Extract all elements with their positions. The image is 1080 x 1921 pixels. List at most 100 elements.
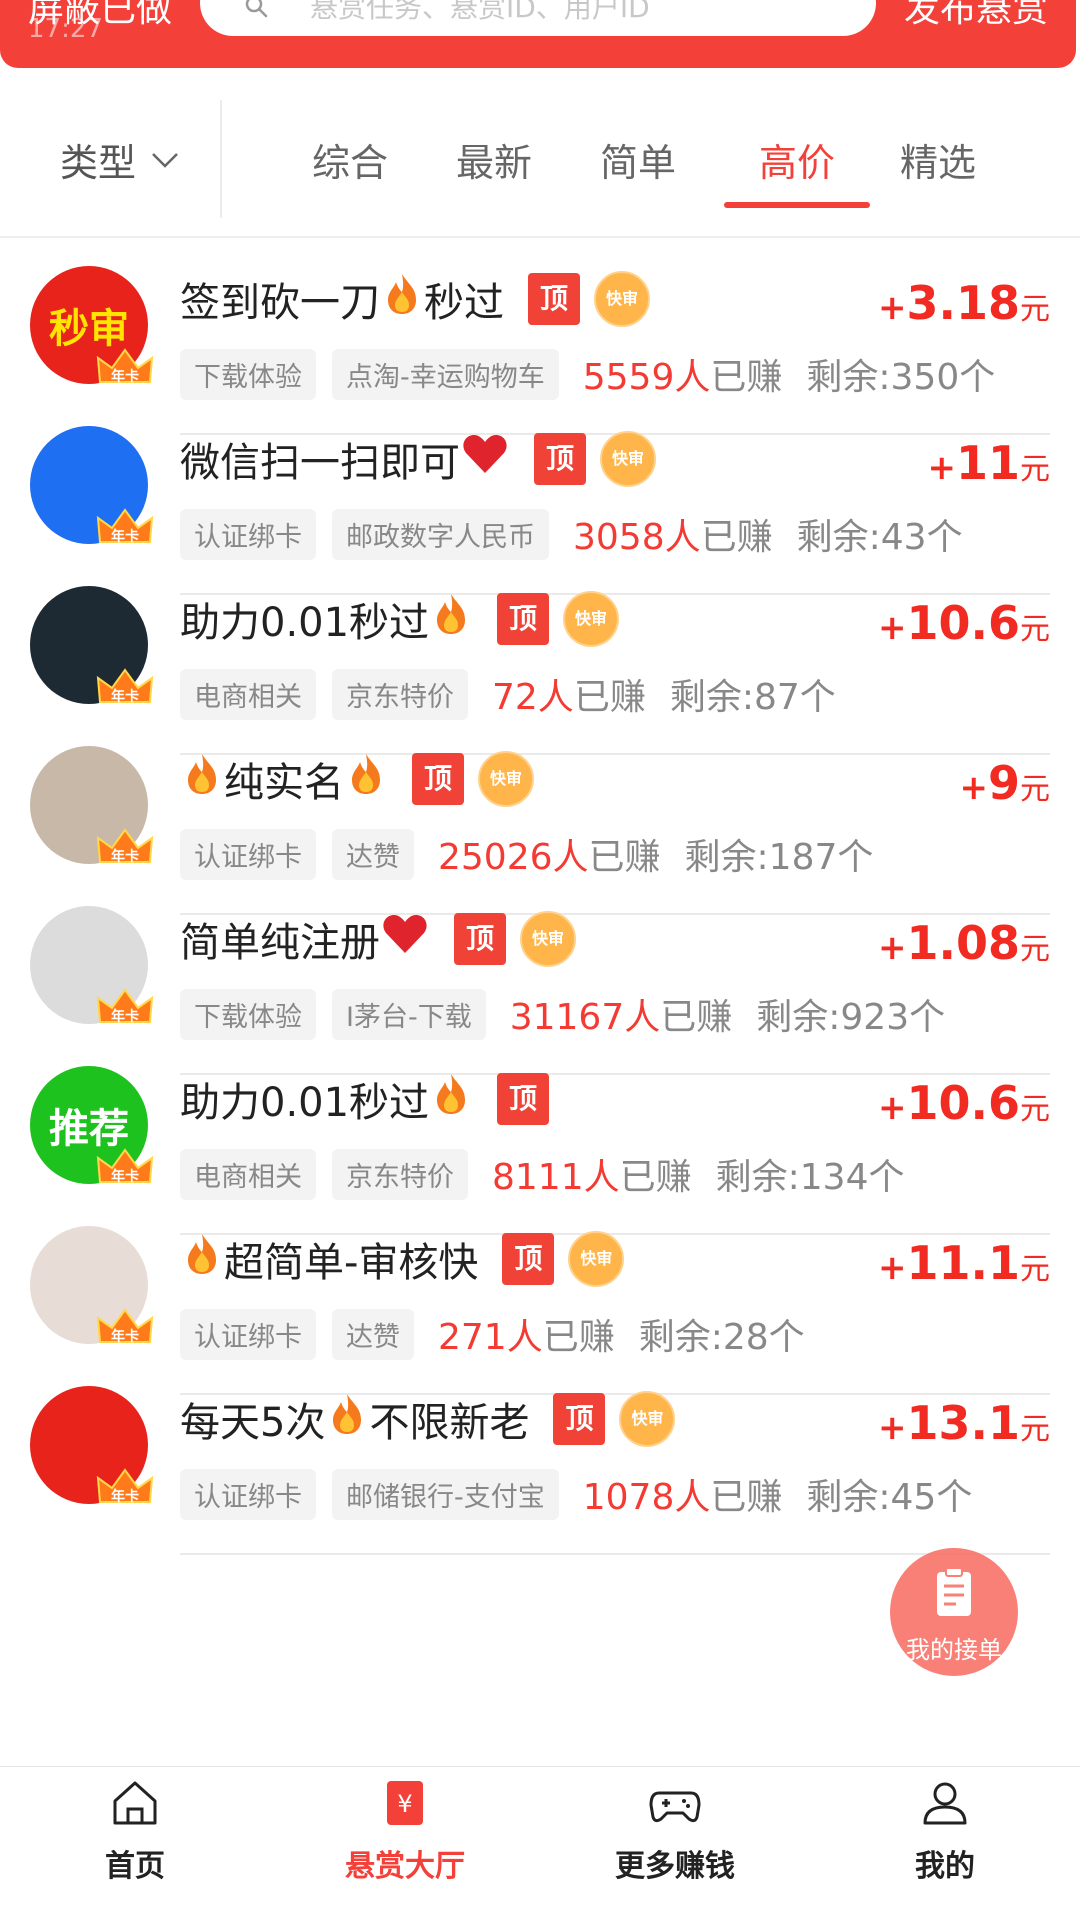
year-card-label: 年卡 xyxy=(111,1169,139,1185)
pinned-badge: 顶 xyxy=(412,753,464,805)
task-tag: 认证绑卡 xyxy=(180,508,316,560)
fast-review-badge: 快审 xyxy=(563,591,620,647)
fire-icon xyxy=(431,1072,471,1126)
nav-reward-hall-label: 悬赏大厅 xyxy=(345,1849,465,1884)
search-input[interactable]: 悬赏任务、悬赏ID、用户ID xyxy=(200,0,876,36)
task-tag: 认证绑卡 xyxy=(180,828,316,880)
reward-unit: 元 xyxy=(1020,1412,1050,1447)
my-orders-float-button[interactable]: 我的接单 xyxy=(890,1548,1018,1676)
crown-icon: 年卡 xyxy=(96,828,154,868)
active-tab-indicator xyxy=(724,202,870,208)
task-title: 简单纯注册 顶快审 xyxy=(180,910,576,968)
reward-value: 10.6 xyxy=(906,596,1021,650)
task-tag: 电商相关 xyxy=(180,668,316,720)
tab-featured[interactable]: 精选 xyxy=(878,132,998,187)
tab-simple[interactable]: 简单 xyxy=(578,132,698,187)
earned-number: 72人 xyxy=(492,677,574,718)
reward-plus: + xyxy=(959,768,988,808)
section-divider xyxy=(0,236,1080,238)
heart-icon xyxy=(382,913,428,965)
reward-amount: +11元 xyxy=(927,436,1050,490)
pinned-badge: 顶 xyxy=(497,1073,550,1125)
task-title: 助力0.01秒过 顶 xyxy=(180,1070,550,1128)
earned-label: 已赚 xyxy=(710,1477,783,1518)
year-card-label: 年卡 xyxy=(111,849,139,865)
reward-plus: + xyxy=(878,1248,907,1288)
crown-icon: 年卡 xyxy=(96,508,154,548)
task-meta-row: 下载体验 I茅台-下载 31167人已赚 剩余:923个 xyxy=(180,988,945,1040)
fire-icon xyxy=(382,272,422,326)
filter-divider xyxy=(220,100,222,218)
reward-amount: +11.1元 xyxy=(878,1236,1050,1290)
remaining-count: 剩余:87个 xyxy=(669,677,836,718)
reward-value: 11.1 xyxy=(906,1236,1021,1290)
type-dropdown[interactable]: 类型 xyxy=(60,132,180,187)
task-title-text: 助力0.01秒过 xyxy=(180,600,430,646)
reward-unit: 元 xyxy=(1020,612,1050,647)
crown-icon: 年卡 xyxy=(96,1148,154,1188)
fast-review-badge: 快审 xyxy=(568,1231,625,1287)
fire-icon xyxy=(431,592,471,646)
fire-icon xyxy=(182,752,222,806)
reward-value: 11 xyxy=(955,436,1020,490)
blocked-done-link[interactable]: 屏蔽已做 xyxy=(28,0,172,30)
nav-more-earn-label: 更多赚钱 xyxy=(615,1849,735,1884)
crown-icon: 年卡 xyxy=(96,668,154,708)
clipboard-icon xyxy=(937,1567,971,1616)
task-meta-row: 认证绑卡 邮储银行-支付宝 1078人已赚 剩余:45个 xyxy=(180,1468,972,1520)
publish-reward-button[interactable]: 发布悬赏 xyxy=(904,0,1048,30)
earned-count: 25026人已赚 xyxy=(438,828,661,880)
earned-label: 已赚 xyxy=(619,1157,692,1198)
pinned-badge: 顶 xyxy=(497,593,550,645)
nav-mine[interactable]: 我的 xyxy=(845,1777,1045,1885)
year-card-label: 年卡 xyxy=(111,529,139,545)
task-meta-row: 电商相关 京东特价 72人已赚 剩余:87个 xyxy=(180,668,836,720)
reward-hall-icon: ¥ xyxy=(387,1781,423,1825)
task-title-text: 超简单-审核快 xyxy=(224,1240,479,1286)
pinned-badge: 顶 xyxy=(502,1233,555,1285)
task-title: 每天5次 不限新老顶快审 xyxy=(180,1390,676,1448)
reward-value: 9 xyxy=(987,756,1020,810)
earned-number: 1078人 xyxy=(582,1477,711,1518)
remaining-count: 剩余:134个 xyxy=(715,1157,905,1198)
task-tag: 邮政数字人民币 xyxy=(332,508,549,560)
year-card-label: 年卡 xyxy=(111,1009,139,1025)
pinned-badge: 顶 xyxy=(454,913,506,965)
task-tag: 电商相关 xyxy=(180,1148,316,1200)
task-title-text: 签到砍一刀 xyxy=(180,280,380,326)
reward-value: 1.08 xyxy=(906,916,1021,970)
earned-number: 5559人 xyxy=(582,357,711,398)
task-meta-row: 下载体验 点淘-幸运购物车 5559人已赚 剩余:350个 xyxy=(180,348,995,400)
task-tag: 认证绑卡 xyxy=(180,1468,316,1520)
earned-count: 31167人已赚 xyxy=(510,988,733,1040)
nav-home-label: 首页 xyxy=(105,1849,165,1884)
remaining-count: 剩余:28个 xyxy=(638,1317,805,1358)
svg-text:¥: ¥ xyxy=(397,1790,412,1818)
remaining-count: 剩余:45个 xyxy=(806,1477,973,1518)
reward-plus: + xyxy=(878,288,907,328)
task-meta-row: 认证绑卡 达赞 25026人已赚 剩余:187个 xyxy=(180,828,873,880)
task-item[interactable]: 年卡 每天5次 不限新老顶快审 +13.1元 认证绑卡 邮储银行-支付宝 1078人已赚 剩余… xyxy=(0,1360,1080,1555)
reward-plus: + xyxy=(878,1088,907,1128)
task-tag: 下载体验 xyxy=(180,988,316,1040)
reward-value: 13.1 xyxy=(906,1396,1021,1450)
task-title-text: 纯实名 xyxy=(224,760,344,806)
nav-more-earn[interactable]: 更多赚钱 xyxy=(575,1777,775,1885)
year-card-label: 年卡 xyxy=(111,1489,139,1505)
home-icon xyxy=(113,1781,157,1825)
type-dropdown-label: 类型 xyxy=(60,141,137,185)
task-title-text: 助力0.01秒过 xyxy=(180,1080,430,1126)
task-tag: 邮储银行-支付宝 xyxy=(332,1468,559,1520)
fast-review-badge: 快审 xyxy=(619,1391,676,1447)
nav-reward-hall[interactable]: ¥ 悬赏大厅 xyxy=(305,1777,505,1885)
year-card-label: 年卡 xyxy=(111,369,139,385)
tab-high-price[interactable]: 高价 xyxy=(737,132,857,187)
tab-comprehensive[interactable]: 综合 xyxy=(290,132,410,187)
nav-home[interactable]: 首页 xyxy=(35,1777,235,1885)
tab-latest[interactable]: 最新 xyxy=(434,132,554,187)
reward-unit: 元 xyxy=(1020,772,1050,807)
task-title: 签到砍一刀 秒过顶快审 xyxy=(180,270,650,328)
pinned-badge: 顶 xyxy=(534,433,586,485)
user-icon xyxy=(923,1782,967,1825)
reward-unit: 元 xyxy=(1020,292,1050,327)
